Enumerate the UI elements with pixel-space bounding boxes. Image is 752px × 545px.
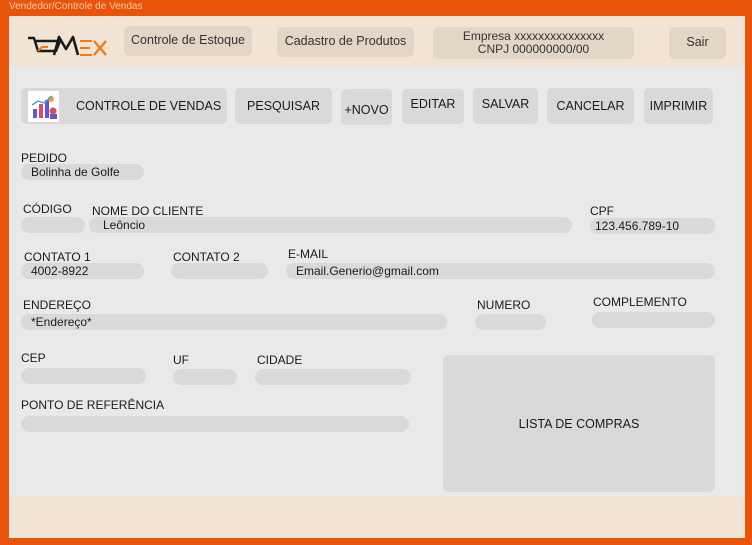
- number-field[interactable]: [475, 314, 546, 330]
- print-button[interactable]: IMPRIMIR: [644, 88, 713, 124]
- cpf-label: CPF: [590, 204, 614, 218]
- city-field[interactable]: [255, 369, 411, 385]
- email-label: E-MAIL: [288, 247, 329, 261]
- edit-button[interactable]: EDITAR: [402, 89, 464, 124]
- cpf-field[interactable]: 123.456.789-10: [590, 218, 715, 234]
- code-label: CÓDIGO: [23, 202, 72, 216]
- client-name-field[interactable]: Leôncio: [89, 217, 572, 233]
- reference-field[interactable]: [21, 416, 409, 432]
- search-button[interactable]: PESQUISAR: [235, 88, 332, 124]
- sales-chart-icon: [28, 91, 59, 122]
- contact2-label: CONTATO 2: [173, 250, 240, 264]
- sales-control-label: CONTROLE DE VENDAS: [76, 99, 222, 113]
- code-field[interactable]: [21, 217, 85, 233]
- company-cnpj: CNPJ 000000000/00: [477, 42, 590, 56]
- complement-label: COMPLEMENTO: [593, 295, 687, 309]
- complement-field[interactable]: [592, 312, 715, 328]
- app-window: Controle de Estoque Cadastro de Produtos…: [9, 16, 745, 538]
- order-field[interactable]: Bolinha de Golfe: [21, 164, 144, 180]
- mex-logo: [28, 35, 107, 56]
- uf-field[interactable]: [173, 369, 237, 385]
- client-name-label: NOME DO CLIENTE: [92, 204, 204, 218]
- shopping-list-panel[interactable]: LISTA DE COMPRAS: [443, 355, 715, 492]
- order-label: PEDIDO: [21, 151, 68, 165]
- product-registration-button[interactable]: Cadastro de Produtos: [277, 27, 414, 57]
- logout-button[interactable]: Sair: [669, 27, 726, 59]
- contact2-field[interactable]: [171, 263, 268, 279]
- contact1-label: CONTATO 1: [24, 250, 91, 264]
- city-label: CIDADE: [257, 353, 303, 367]
- number-label: NUMERO: [477, 298, 531, 312]
- address-field[interactable]: *Endereço*: [21, 314, 447, 330]
- window-title: Vendedor/Controle de Vendas: [9, 1, 143, 12]
- cep-field[interactable]: [21, 368, 146, 384]
- cancel-button[interactable]: CANCELAR: [547, 88, 634, 124]
- reference-label: PONTO DE REFERÊNCIA: [21, 398, 165, 412]
- email-field[interactable]: Email.Generio@gmail.com: [286, 263, 715, 279]
- footer-bar: [9, 496, 745, 538]
- stock-control-button[interactable]: Controle de Estoque: [124, 26, 252, 56]
- cep-label: CEP: [21, 351, 46, 365]
- company-info: Empresa xxxxxxxxxxxxxxx CNPJ 000000000/0…: [433, 27, 634, 59]
- new-button[interactable]: +NOVO: [341, 89, 392, 125]
- header-bar: Controle de Estoque Cadastro de Produtos…: [9, 16, 745, 67]
- address-label: ENDEREÇO: [23, 298, 92, 312]
- save-button[interactable]: SALVAR: [473, 88, 538, 124]
- shopping-list-label: LISTA DE COMPRAS: [518, 416, 640, 431]
- contact1-field[interactable]: 4002-8922: [21, 263, 144, 279]
- uf-label: UF: [173, 353, 189, 367]
